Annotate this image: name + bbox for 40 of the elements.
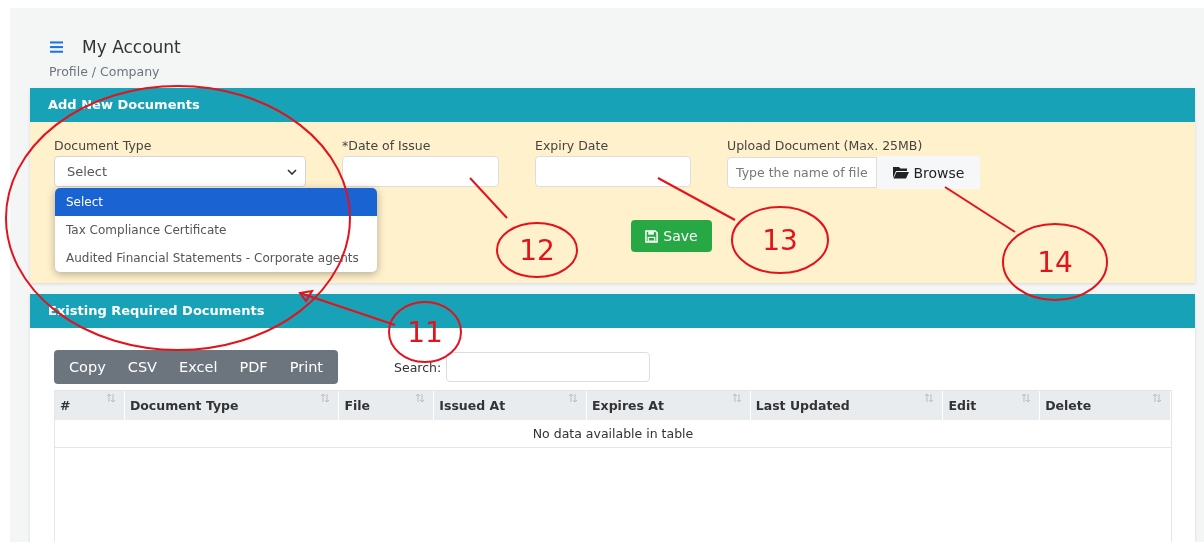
date-field[interactable] [535, 156, 691, 187]
column-header[interactable]: Delete [1040, 391, 1171, 420]
field-label: Upload Document (Max. 25MB) [727, 138, 924, 153]
column-header[interactable]: # [55, 391, 125, 420]
sort-icon [320, 393, 331, 403]
annotation-number: 12 [519, 234, 555, 267]
file-name-field[interactable]: Type the name of file [727, 157, 877, 188]
column-header[interactable]: Last Updated [750, 391, 944, 420]
folder-icon [892, 166, 909, 179]
chevron-icon [287, 168, 297, 175]
date-field[interactable] [342, 156, 499, 187]
annotation-number: 13 [762, 224, 798, 257]
column-header[interactable]: File [339, 391, 435, 420]
search-field[interactable] [446, 352, 651, 382]
dropdown-option[interactable]: Select [55, 188, 377, 216]
sort-icon [105, 393, 116, 403]
column-header[interactable]: Expires At [587, 391, 751, 420]
sort-icon [731, 393, 742, 403]
empty-table-message: No data available in table [55, 420, 1171, 448]
column-header[interactable]: Document Type [124, 391, 340, 420]
column-header[interactable]: Edit [943, 391, 1041, 420]
dropdown-option[interactable]: Tax Compliance Certificate [55, 216, 377, 244]
sort-icon [1021, 393, 1032, 403]
annotation-number: 14 [1037, 246, 1073, 279]
select-field[interactable]: Select [54, 156, 306, 187]
search-label: Search: [394, 359, 442, 375]
breadcrumb: Profile / Company [48, 63, 161, 79]
field-label: *Date of Issue [342, 138, 432, 153]
column-header[interactable]: Issued At [434, 391, 588, 420]
field-label: Document Type [54, 138, 153, 153]
menu-icon[interactable] [50, 41, 63, 53]
sort-icon [568, 393, 579, 403]
sort-icon [415, 393, 426, 403]
browse-button[interactable]: Browse [877, 156, 980, 189]
leader-line [469, 177, 508, 219]
leader-line [944, 186, 1016, 233]
sort-icon [924, 393, 935, 403]
sort-icon [1152, 393, 1162, 403]
page-title: My Account [82, 37, 181, 57]
field-label: Expiry Date [535, 138, 610, 153]
